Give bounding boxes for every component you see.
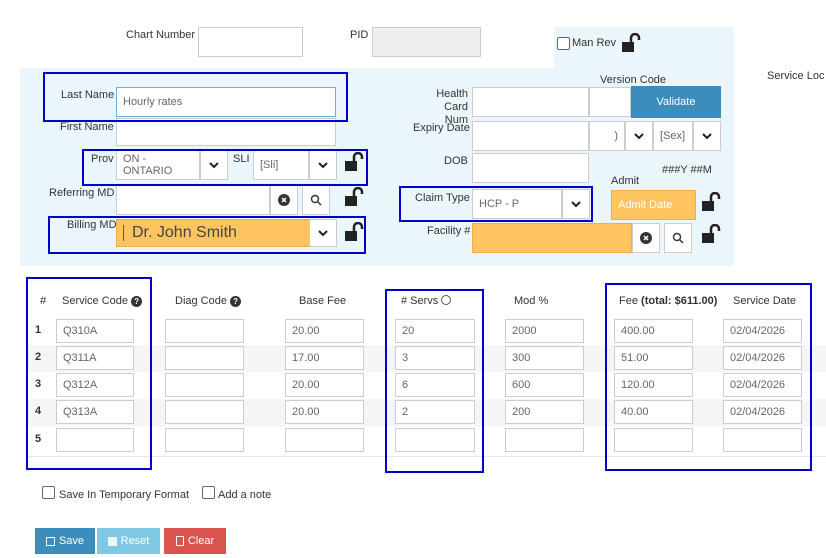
annotation-servs-col (385, 289, 484, 473)
expiry-chevron-down-icon[interactable] (625, 121, 653, 151)
first-name-label: First Name (60, 121, 114, 133)
validate-button[interactable]: Validate (631, 86, 721, 118)
expiry-date-input[interactable] (472, 121, 589, 151)
service-loc-label: Service Loc (767, 70, 825, 82)
mod-cell[interactable]: 2000 (505, 319, 584, 343)
base-fee-cell[interactable]: 20.00 (285, 373, 364, 397)
reset-button-label: Reset (120, 535, 150, 547)
dob-format: ###Y ##M (662, 164, 712, 176)
save-button-label: Save (58, 535, 85, 547)
version-code-input[interactable] (589, 87, 631, 117)
clear-icon (175, 536, 184, 546)
reset-button[interactable]: Reset (97, 528, 160, 554)
base-fee-cell[interactable]: 17.00 (285, 346, 364, 370)
annotation-fee-date-col (605, 283, 812, 471)
save-temp-label: Save In Temporary Format (59, 489, 190, 501)
mod-cell[interactable]: 200 (505, 400, 584, 424)
annotation-billing-md (48, 216, 366, 254)
pid-label: PID (350, 29, 369, 41)
referring-md-search-icon[interactable] (302, 185, 330, 215)
chart-number-input[interactable] (198, 27, 303, 57)
annotation-last-name (43, 72, 348, 122)
admit-label: Admit (611, 175, 640, 187)
expiry-date-label: Expiry Date (413, 122, 470, 134)
reset-icon (107, 536, 117, 546)
diag-code-cell[interactable] (165, 428, 244, 452)
save-icon (45, 536, 55, 546)
sex-chevron-down-icon[interactable] (693, 121, 721, 151)
diag-code-cell[interactable] (165, 400, 244, 424)
referring-md-label: Referring MD (49, 187, 115, 199)
save-button[interactable]: Save (35, 528, 95, 554)
col-diag-code-header: Diag Code ? (175, 295, 242, 307)
annotation-claim-type (399, 186, 593, 222)
base-fee-cell[interactable] (285, 428, 364, 452)
pid-input (372, 27, 481, 57)
diag-code-header-text: Diag Code (175, 295, 227, 307)
mod-cell[interactable]: 300 (505, 346, 584, 370)
dob-label: DOB (444, 155, 468, 167)
clear-button[interactable]: Clear (164, 528, 226, 554)
admit-date-lock-icon[interactable] (700, 192, 722, 212)
facility-input[interactable] (472, 223, 632, 253)
add-note-label: Add a note (218, 489, 272, 501)
add-note-checkbox[interactable] (202, 486, 215, 499)
help-icon[interactable]: ? (230, 296, 242, 307)
facility-label: Facility # (427, 225, 471, 237)
annotation-prov-sli (82, 149, 368, 186)
expiry-suffix: ) (589, 121, 625, 151)
man-rev-label: Man Rev (572, 37, 617, 49)
first-name-input[interactable] (116, 118, 336, 146)
base-fee-cell[interactable]: 20.00 (285, 319, 364, 343)
clear-button-label: Clear (187, 535, 215, 547)
save-temp-checkbox[interactable] (42, 486, 55, 499)
diag-code-cell[interactable] (165, 346, 244, 370)
lock-icon[interactable] (620, 33, 642, 53)
facility-search-icon[interactable] (664, 223, 692, 253)
health-card-label-line1: Health Card (436, 88, 468, 113)
facility-lock-icon[interactable] (700, 224, 722, 244)
referring-md-clear-icon[interactable] (270, 185, 298, 215)
base-fee-cell[interactable]: 20.00 (285, 400, 364, 424)
admit-date-input[interactable]: Admit Date (611, 190, 696, 220)
health-card-input[interactable] (472, 87, 589, 117)
annotation-service-code-col (26, 277, 152, 470)
chart-number-label: Chart Number (126, 29, 196, 41)
diag-code-cell[interactable] (165, 319, 244, 343)
facility-clear-icon[interactable] (632, 223, 660, 253)
referring-md-lock-icon[interactable] (343, 187, 365, 207)
mod-cell[interactable]: 600 (505, 373, 584, 397)
man-rev-checkbox[interactable] (557, 37, 570, 50)
diag-code-cell[interactable] (165, 373, 244, 397)
col-base-fee-header: Base Fee (299, 295, 347, 307)
mod-cell[interactable] (505, 428, 584, 452)
col-mod-header: Mod % (514, 295, 549, 307)
dob-input[interactable] (472, 153, 589, 183)
sex-select[interactable]: [Sex] (653, 121, 693, 151)
referring-md-input[interactable] (116, 185, 270, 215)
